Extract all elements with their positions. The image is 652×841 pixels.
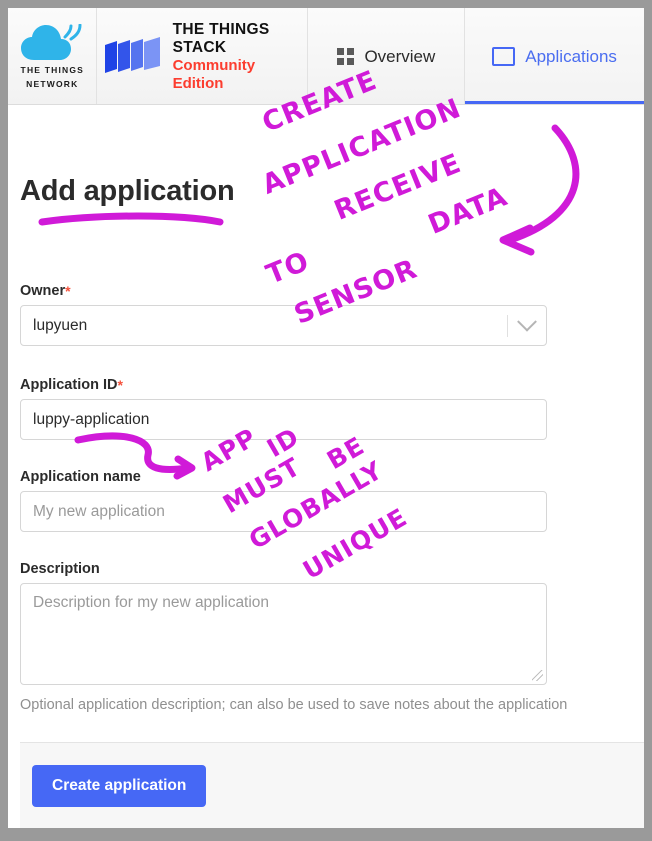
tab-overview[interactable]: Overview [307,8,466,105]
owner-select[interactable]: lupyuen [20,305,547,346]
application-name-input[interactable]: My new application [20,491,547,532]
cloud-wifi-icon [20,23,84,62]
owner-select-controls [507,311,537,337]
tab-applications-label: Applications [525,46,617,66]
page-title: Add application [20,175,235,207]
ttn-logo-line2: NETWORK [26,78,79,89]
ttn-logo-line1: THE THINGS [20,64,85,75]
description-textarea[interactable]: Description for my new application [20,583,547,685]
form-footer: Create application [20,742,644,828]
stack-logo-line1: THE THINGS STACK [172,20,270,56]
application-window-icon [492,47,516,66]
application-id-value: luppy-application [33,410,150,428]
description-help-text: Optional application description; can al… [20,697,568,713]
browser-window: THE THINGS NETWORK THE THINGS STACK Comm… [8,8,644,828]
required-marker: * [65,283,71,299]
stack-cards-icon [103,35,163,79]
tab-overview-label: Overview [364,46,436,66]
main-content: Add application Owner* lupyuen Applicati… [8,105,644,828]
create-application-button[interactable]: Create application [32,765,207,807]
things-stack-logo[interactable]: THE THINGS STACK Community Edition [96,8,308,105]
owner-label-text: Owner [20,283,66,299]
owner-label: Owner* [20,283,71,299]
owner-select-value: lupyuen [33,316,88,334]
description-placeholder: Description for my new application [33,594,270,611]
resize-handle-icon[interactable] [532,670,543,681]
ttn-logo[interactable]: THE THINGS NETWORK [8,8,97,105]
stack-logo-line2: Community Edition [172,56,256,92]
tab-applications[interactable]: Applications [465,8,644,105]
grid-icon [337,48,355,65]
description-label: Description [20,561,100,577]
application-name-label: Application name [20,469,141,485]
required-marker: * [117,377,123,393]
chevron-down-icon[interactable] [517,311,537,332]
application-name-placeholder: My new application [33,502,165,520]
application-id-label: Application ID* [20,377,123,393]
application-id-label-text: Application ID [20,377,118,393]
select-divider [507,314,508,337]
application-id-input[interactable]: luppy-application [20,399,547,440]
app-header: THE THINGS NETWORK THE THINGS STACK Comm… [8,8,644,105]
